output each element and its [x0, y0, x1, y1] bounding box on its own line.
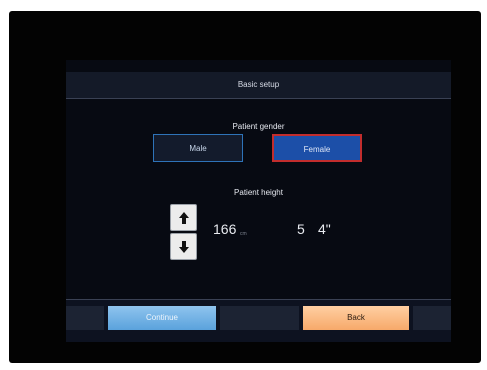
back-button[interactable]: Back [303, 306, 409, 330]
device-screen: Basic setup Patient gender Male Female P… [66, 60, 451, 342]
gender-label: Patient gender [232, 122, 285, 131]
empty-slot [66, 306, 104, 330]
height-cm-unit: cm [240, 231, 247, 237]
height-cm-value: 166 [213, 221, 237, 237]
bottom-bar: Continue Back [66, 300, 451, 342]
continue-button[interactable]: Continue [108, 306, 216, 330]
height-feet-value: 5 [297, 221, 305, 237]
empty-slot [413, 306, 451, 330]
female-button[interactable]: Female [272, 134, 362, 162]
arrow-up-icon [178, 211, 189, 224]
height-inches-value: 4" [318, 221, 331, 237]
height-label: Patient height [234, 188, 283, 197]
page-title: Basic setup [237, 80, 280, 89]
empty-slot [220, 306, 299, 330]
male-button[interactable]: Male [153, 134, 243, 162]
title-bar: Basic setup [66, 72, 451, 98]
height-up-button[interactable] [170, 204, 197, 231]
height-down-button[interactable] [170, 233, 197, 260]
arrow-down-icon [178, 240, 189, 253]
title-divider [66, 98, 451, 99]
